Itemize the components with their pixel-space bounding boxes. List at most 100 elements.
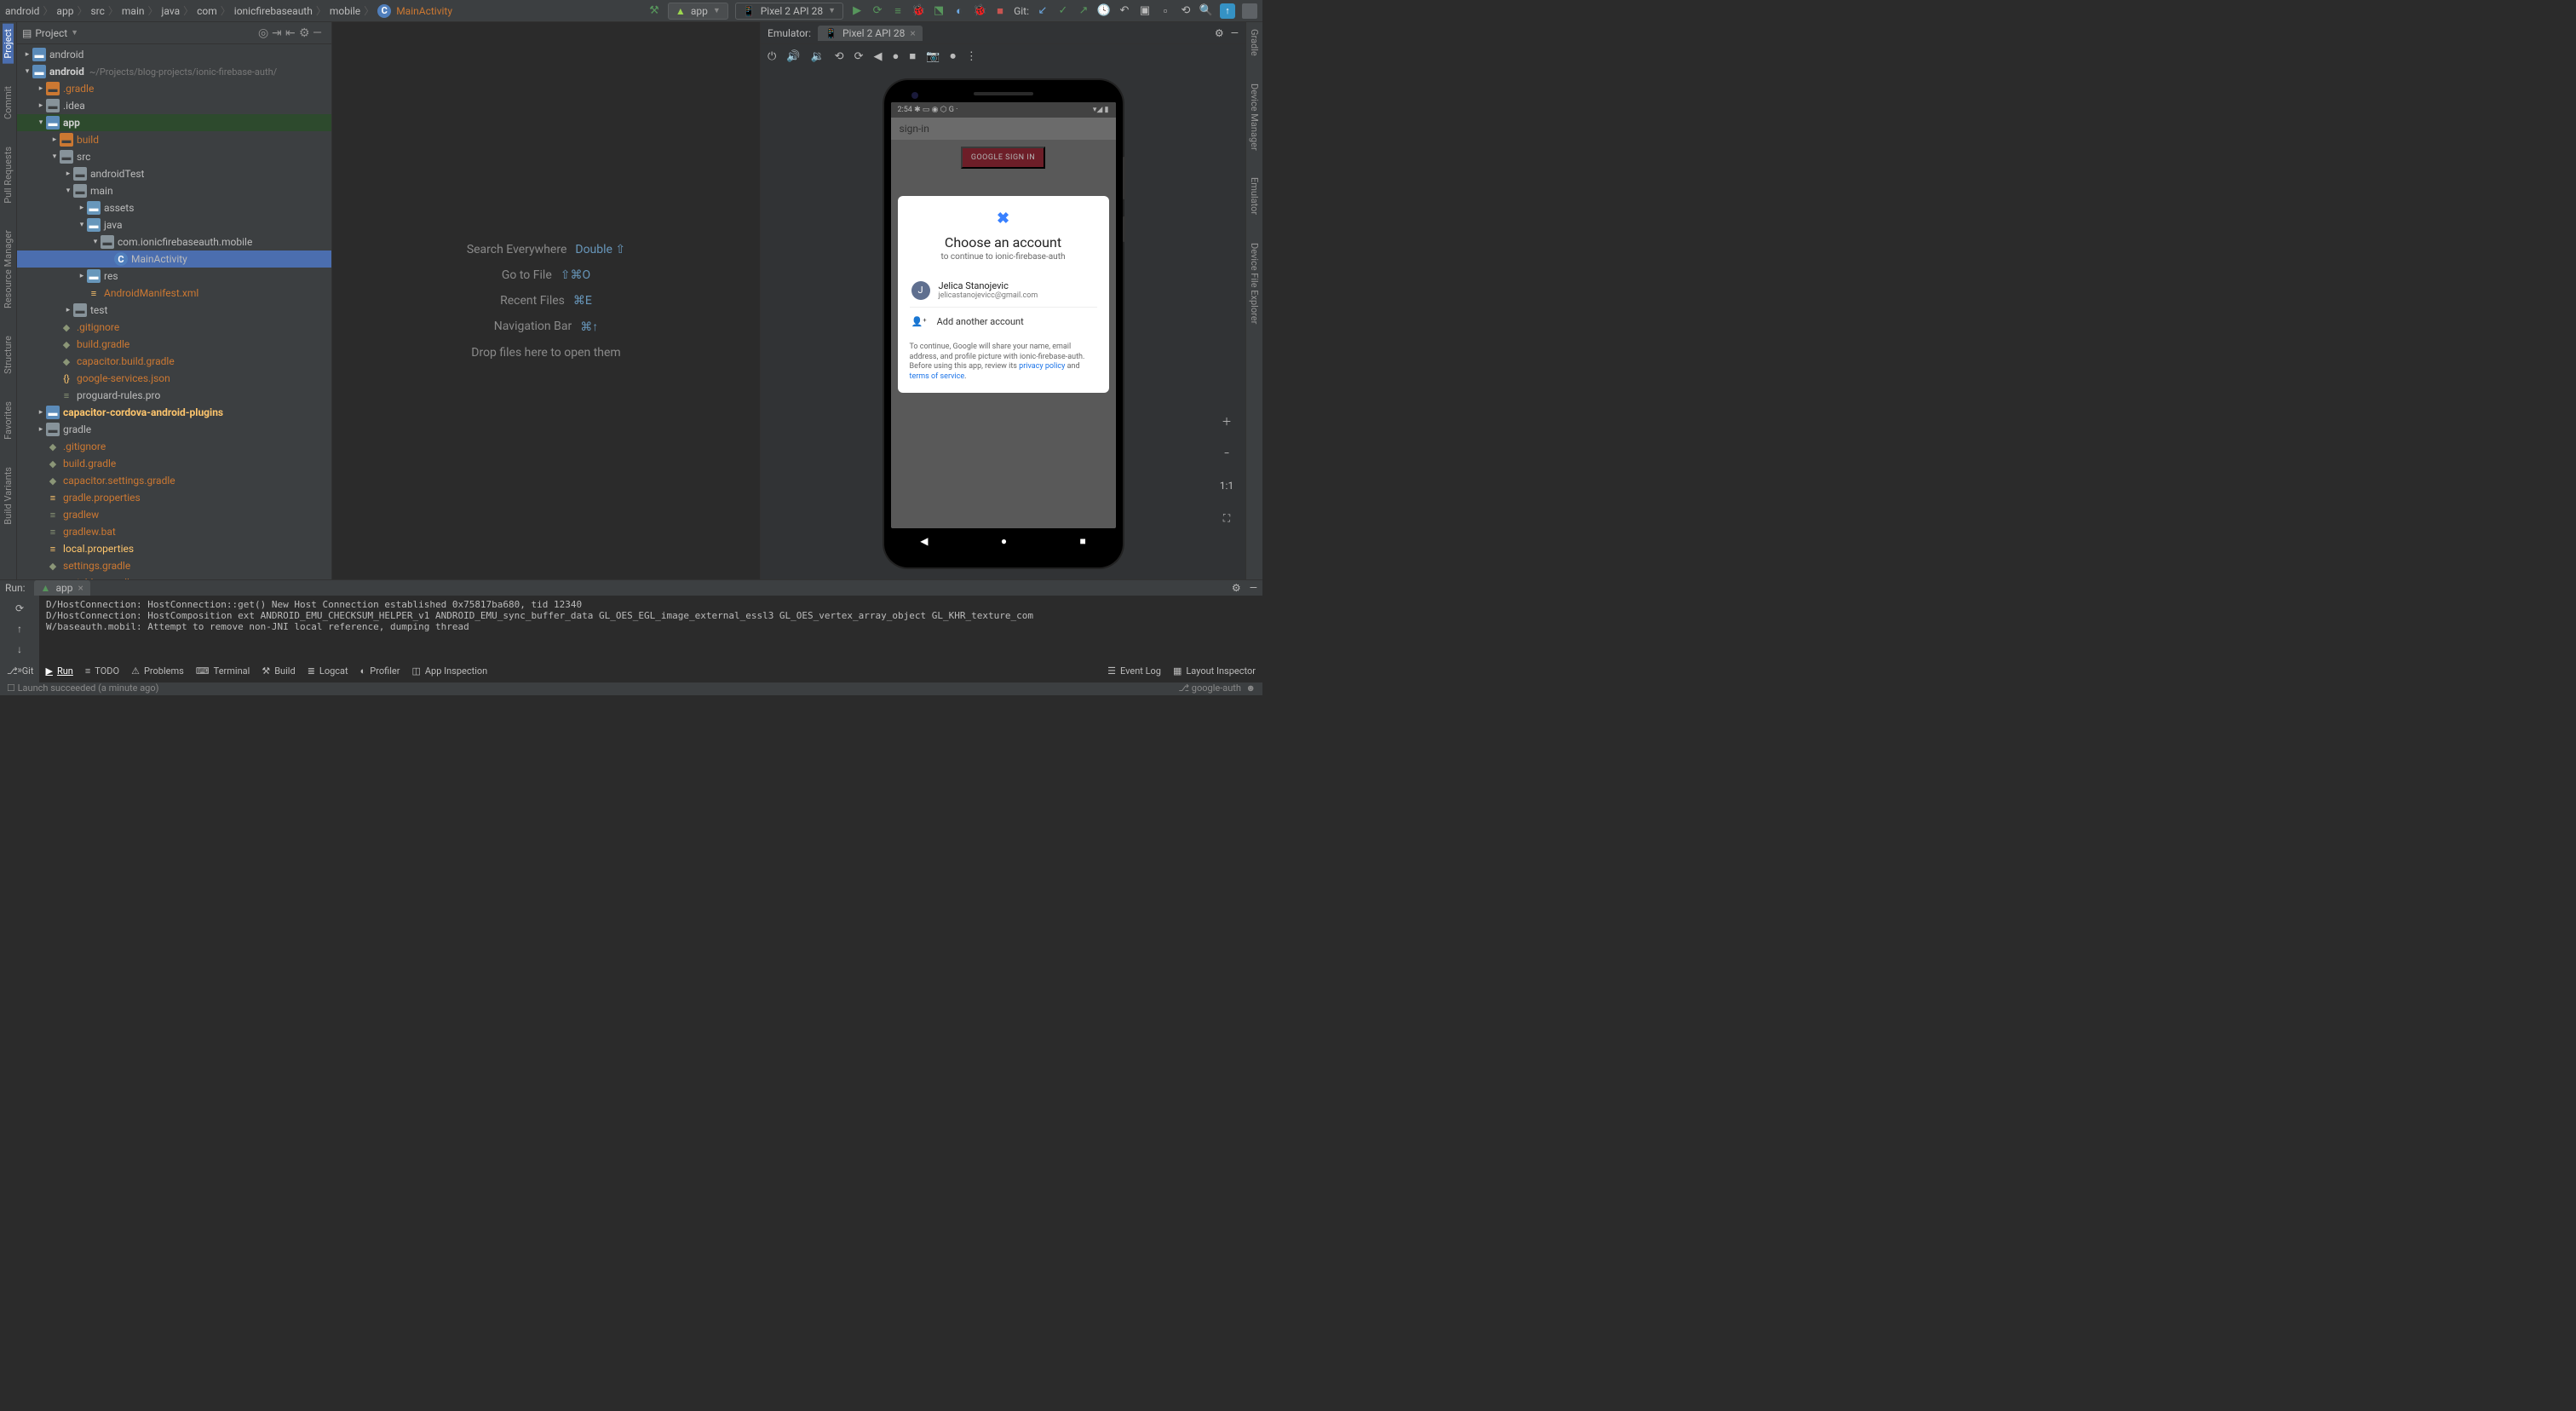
sync-icon[interactable]: ⟲: [1179, 4, 1193, 18]
tree-item[interactable]: ◆.gitignore: [17, 438, 331, 455]
emulator-zoom-button[interactable]: 1:1: [1216, 475, 1237, 496]
left-strip-commit[interactable]: Commit: [3, 81, 14, 124]
expand-icon[interactable]: ⇤: [285, 26, 299, 40]
minimize-icon[interactable]: —: [1231, 27, 1239, 39]
tree-item[interactable]: ▾▬java: [17, 216, 331, 233]
home-icon[interactable]: ●: [892, 49, 899, 63]
left-strip-build-variants[interactable]: Build Variants: [3, 462, 14, 530]
tree-item[interactable]: ≡gradle.properties: [17, 489, 331, 506]
run-tab[interactable]: ▲ app ×: [34, 580, 90, 596]
bottom-tab-git[interactable]: ⎇Git: [7, 665, 33, 677]
project-panel-title[interactable]: ▤ Project ▼: [22, 27, 258, 39]
power-icon[interactable]: ⏻: [768, 50, 776, 63]
tree-item[interactable]: {}google-services.json: [17, 370, 331, 387]
tree-item[interactable]: ≡AndroidManifest.xml: [17, 285, 331, 302]
up-icon[interactable]: ↑: [12, 621, 27, 636]
record-icon[interactable]: ⏺: [950, 50, 956, 63]
privacy-link[interactable]: privacy policy: [1019, 362, 1065, 371]
git-push-icon[interactable]: ↗: [1077, 4, 1090, 18]
more-icon[interactable]: ⋮: [966, 50, 977, 63]
volume-down-icon[interactable]: 🔉: [810, 50, 824, 63]
tree-item[interactable]: ▸▬gradle: [17, 421, 331, 438]
close-icon[interactable]: ×: [910, 27, 915, 39]
tree-item[interactable]: ▸▬android: [17, 46, 331, 63]
tree-item[interactable]: ▸▬capacitor-cordova-android-plugins: [17, 404, 331, 421]
target-icon[interactable]: ◎: [258, 26, 272, 40]
breadcrumb-segment[interactable]: com: [197, 5, 217, 17]
tree-item[interactable]: ≡local.properties: [17, 540, 331, 557]
right-strip-gradle[interactable]: Gradle: [1249, 24, 1260, 61]
down-icon[interactable]: ↓: [12, 642, 27, 657]
add-account-row[interactable]: 👤⁺ Add another account: [910, 308, 1097, 336]
tree-item[interactable]: CMainActivity: [17, 251, 331, 268]
run-config-selector[interactable]: ▲ app ▼: [668, 3, 728, 20]
coverage-icon[interactable]: ⬔: [932, 4, 946, 18]
undo-icon[interactable]: ↶: [1118, 4, 1131, 18]
bottom-tab-terminal[interactable]: ⌨Terminal: [196, 665, 250, 677]
search-icon[interactable]: 🔍: [1199, 4, 1213, 18]
nav-home-icon[interactable]: ●: [1001, 535, 1007, 547]
tree-item[interactable]: ▾▬com.ionicfirebaseauth.mobile: [17, 233, 331, 251]
account-row[interactable]: J Jelica Stanojevic jelicastanojevicc@gm…: [910, 274, 1097, 308]
left-strip-resource-manager[interactable]: Resource Manager: [3, 225, 14, 314]
bottom-tab-app-inspection[interactable]: ◫App Inspection: [411, 665, 487, 677]
rotate-left-icon[interactable]: ⟲: [835, 50, 844, 63]
emulator-zoom-button[interactable]: ＋: [1216, 411, 1237, 431]
breadcrumb-segment[interactable]: mobile: [330, 5, 360, 17]
bottom-tab-event-log[interactable]: ☰Event Log: [1107, 665, 1161, 677]
sdk-icon[interactable]: ▫: [1159, 4, 1172, 18]
gear-icon[interactable]: ⚙: [299, 26, 313, 40]
tree-item[interactable]: ▸▬.gradle: [17, 80, 331, 97]
avd-icon[interactable]: ▣: [1138, 4, 1152, 18]
emulator-zoom-button[interactable]: ⛶: [1216, 508, 1237, 528]
left-strip-structure[interactable]: Structure: [3, 331, 14, 379]
bottom-tab-build[interactable]: ⚒Build: [262, 665, 295, 677]
close-icon[interactable]: ×: [78, 582, 83, 594]
breadcrumb-segment[interactable]: main: [122, 5, 145, 17]
left-strip-pull-requests[interactable]: Pull Requests: [3, 141, 14, 209]
profile-icon[interactable]: ◐: [952, 4, 966, 18]
tree-item[interactable]: ◆settings.gradle: [17, 557, 331, 574]
debug-icon[interactable]: 🐞: [911, 4, 925, 18]
git-history-icon[interactable]: 🕓: [1097, 4, 1111, 18]
stop-icon[interactable]: ■: [993, 4, 1007, 18]
collapse-icon[interactable]: ⇥: [272, 26, 285, 40]
breadcrumb[interactable]: android〉app〉src〉main〉java〉com〉ionicfireb…: [5, 3, 647, 18]
tree-item[interactable]: ≡gradlew.bat: [17, 523, 331, 540]
tree-item[interactable]: ▸▬test: [17, 302, 331, 319]
right-strip-device-manager[interactable]: Device Manager: [1249, 78, 1260, 156]
minimize-icon[interactable]: —: [313, 26, 326, 40]
screenshot-icon[interactable]: 📷: [926, 50, 940, 63]
breadcrumb-segment[interactable]: src: [90, 5, 104, 17]
tree-item[interactable]: ◆capacitor.settings.gradle: [17, 472, 331, 489]
bottom-tab-run[interactable]: ▶Run: [45, 665, 72, 677]
breadcrumb-segment[interactable]: MainActivity: [396, 5, 452, 17]
tree-item[interactable]: ▸▬.idea: [17, 97, 331, 114]
bottom-tab-profiler[interactable]: ◐Profiler: [360, 665, 400, 677]
hammer-icon[interactable]: ⚒: [647, 4, 661, 18]
run-icon[interactable]: ▶: [850, 4, 864, 18]
tos-link[interactable]: terms of service: [910, 372, 965, 381]
overview-icon[interactable]: ■: [909, 49, 916, 63]
tree-item[interactable]: ◆build.gradle: [17, 455, 331, 472]
tree-item[interactable]: ≡proguard-rules.pro: [17, 387, 331, 404]
gear-icon[interactable]: ⚙: [1215, 27, 1224, 39]
tree-item[interactable]: ▸▬assets: [17, 199, 331, 216]
tree-item[interactable]: ▾▬main: [17, 182, 331, 199]
project-tree[interactable]: ▸▬android▾▬android~/Projects/blog-projec…: [17, 44, 331, 579]
account-avatar[interactable]: [1242, 3, 1257, 19]
tree-item[interactable]: ▸▬build: [17, 131, 331, 148]
breadcrumb-segment[interactable]: android: [5, 5, 39, 17]
breadcrumb-segment[interactable]: java: [162, 5, 181, 17]
breadcrumb-segment[interactable]: app: [56, 5, 73, 17]
attach-debugger-icon[interactable]: 🐞: [973, 4, 986, 18]
tree-item[interactable]: ▾▬app: [17, 114, 331, 131]
nav-back-icon[interactable]: ◀: [920, 535, 928, 547]
apply-changes-icon[interactable]: ⟳: [871, 4, 884, 18]
left-strip-favorites[interactable]: Favorites: [3, 396, 14, 445]
tree-item[interactable]: ▾▬src: [17, 148, 331, 165]
git-branch[interactable]: google-auth: [1192, 682, 1241, 694]
tree-item[interactable]: ◆build.gradle: [17, 336, 331, 353]
emulator-zoom-button[interactable]: −: [1216, 443, 1237, 464]
rotate-right-icon[interactable]: ⟳: [854, 50, 864, 63]
